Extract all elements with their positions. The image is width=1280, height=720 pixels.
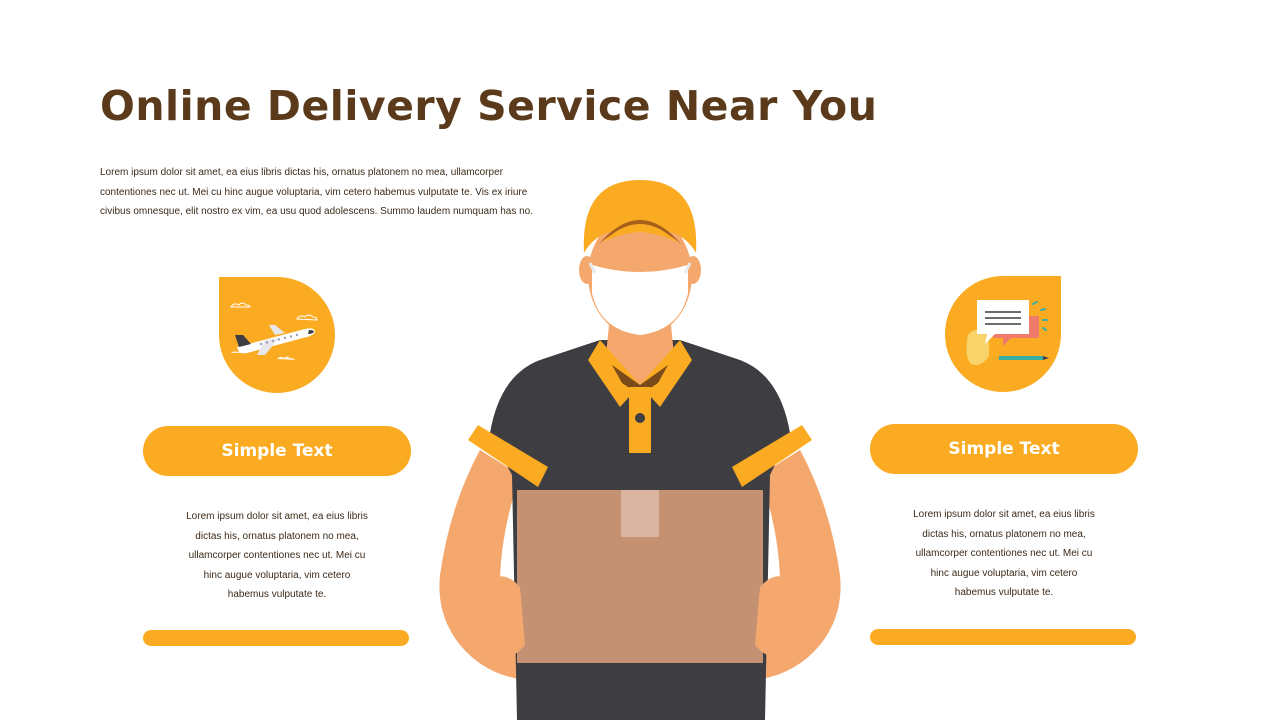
delivery-person-illustration [439,180,841,720]
right-feature-bar [870,629,1136,645]
airplane-badge [219,277,335,393]
right-feature-label: Simple Text [870,424,1138,474]
page-title: Online Delivery Service Near You [100,82,878,130]
airplane-icon [230,302,318,360]
left-feature-bar [143,630,409,646]
chat-badge [945,276,1061,392]
right-feature-text: Lorem ipsum dolor sit amet, ea eius libr… [913,509,1095,598]
left-feature-text: Lorem ipsum dolor sit amet, ea eius libr… [186,511,368,600]
left-feature-label: Simple Text [143,426,411,476]
chat-message-icon [966,300,1049,365]
